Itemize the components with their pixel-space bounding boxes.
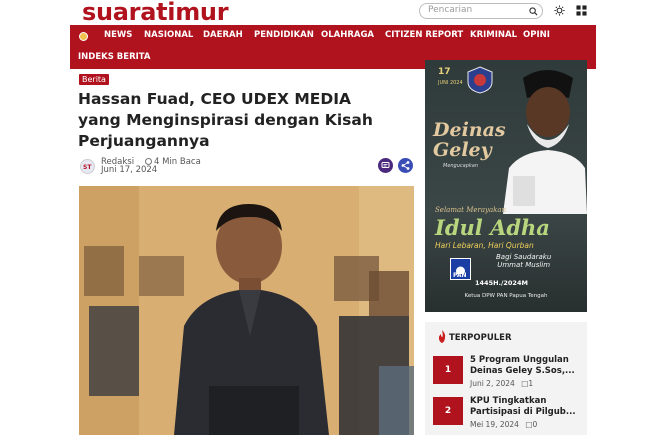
search-box[interactable]: Pencarian xyxy=(419,3,543,19)
nav-item-citizen-report[interactable]: CITIZEN REPORT xyxy=(385,30,463,40)
ad-name-line2: Geley xyxy=(433,139,492,161)
ad-emblem-icon xyxy=(467,66,493,94)
ad-date-sub: JUNI 2024 xyxy=(438,80,463,86)
ad-ketua: Ketua DPW PAN Papua Tengah xyxy=(464,293,548,299)
nav-item-daerah[interactable]: DAERAH xyxy=(203,30,243,40)
author-avatar[interactable]: ST xyxy=(80,159,95,174)
pan-logo: PAN xyxy=(450,258,471,280)
article-title: Hassan Fuad, CEO UDEX MEDIA yang Mengins… xyxy=(78,90,373,150)
share-icon xyxy=(401,161,410,170)
ad-year: 1445H./2024M xyxy=(475,279,528,287)
trending-meta-2: Mei 19, 2024 □0 xyxy=(470,420,537,429)
ad-mengucapkan: Mengucapkan xyxy=(443,163,479,169)
ad-name: Deinas Geley xyxy=(433,120,506,160)
grid-icon[interactable] xyxy=(576,5,587,16)
ad-idul-adha: Idul Adha xyxy=(435,215,550,240)
ad-bagi-line2: Ummat Muslim xyxy=(497,261,551,269)
site-logo[interactable]: suaratimur xyxy=(82,0,229,26)
clock-icon xyxy=(145,158,152,165)
ad-bagi: Bagi Saudaraku Ummat Muslim xyxy=(496,253,551,269)
nav-item-opini[interactable]: OPINI xyxy=(523,30,550,40)
ad-hari: Hari Lebaran, Hari Qurban xyxy=(435,241,534,250)
trending-comments-1: 1 xyxy=(528,379,534,388)
trending-date-1: Juni 2, 2024 xyxy=(470,379,515,388)
comment-icon xyxy=(381,162,390,168)
ad-name-line1: Deinas xyxy=(433,119,506,141)
avatar-logo-icon: ST xyxy=(83,164,92,171)
search-icon[interactable] xyxy=(529,7,538,16)
trending-title-1[interactable]: 5 Program Unggulan Deinas Geley S.Sos,..… xyxy=(470,355,580,377)
page: suaratimur Pencarian NEWS NASIONAL DAERA… xyxy=(0,0,667,435)
top-bar: suaratimur Pencarian xyxy=(70,0,596,26)
sidebar-ad[interactable]: 17 JUNI 2024 Deinas Geley Mengucapkan Se… xyxy=(425,60,587,312)
article-date: Juni 17, 2024 xyxy=(101,165,158,175)
home-icon[interactable] xyxy=(79,32,88,41)
trending-panel: TERPOPULER 1 5 Program Unggulan Deinas G… xyxy=(425,322,587,435)
featured-image[interactable] xyxy=(79,186,414,435)
trending-heading: TERPOPULER xyxy=(437,330,512,343)
trending-date-2: Mei 19, 2024 xyxy=(470,420,519,429)
trending-title-2[interactable]: KPU Tingkatkan Partisipasi di Pilgub... xyxy=(470,396,580,418)
comment-button[interactable] xyxy=(378,158,393,173)
fire-icon xyxy=(438,330,446,343)
search-input[interactable]: Pencarian xyxy=(428,5,472,15)
trending-comments-2: 0 xyxy=(532,420,538,429)
nav-item-olahraga[interactable]: OLAHRAGA xyxy=(321,30,374,40)
nav-item-kriminal[interactable]: KRIMINAL xyxy=(470,30,517,40)
ad-selamat: Selamat Merayakan xyxy=(435,206,507,214)
featured-image-illustration xyxy=(79,186,414,435)
pan-logo-text: PAN xyxy=(453,272,467,279)
nav-item-news[interactable]: NEWS xyxy=(104,30,132,40)
ad-bagi-line1: Bagi Saudaraku xyxy=(496,253,552,261)
nav-item-indeks-berita[interactable]: INDEKS BERITA xyxy=(78,52,151,62)
read-time-text: 4 Min Baca xyxy=(154,157,201,167)
category-badge[interactable]: Berita xyxy=(79,74,109,85)
share-button[interactable] xyxy=(398,158,413,173)
ad-date: 17 xyxy=(438,67,451,77)
ad-portrait xyxy=(503,70,587,214)
nav-item-nasional[interactable]: NASIONAL xyxy=(144,30,193,40)
nav-item-pendidikan[interactable]: PENDIDIKAN xyxy=(254,30,314,40)
sun-icon[interactable] xyxy=(554,5,565,16)
trending-heading-text: TERPOPULER xyxy=(449,333,512,343)
trending-meta-1: Juni 2, 2024 □1 xyxy=(470,379,533,388)
trending-rank-1[interactable]: 1 xyxy=(433,356,463,384)
trending-rank-2[interactable]: 2 xyxy=(433,397,463,425)
